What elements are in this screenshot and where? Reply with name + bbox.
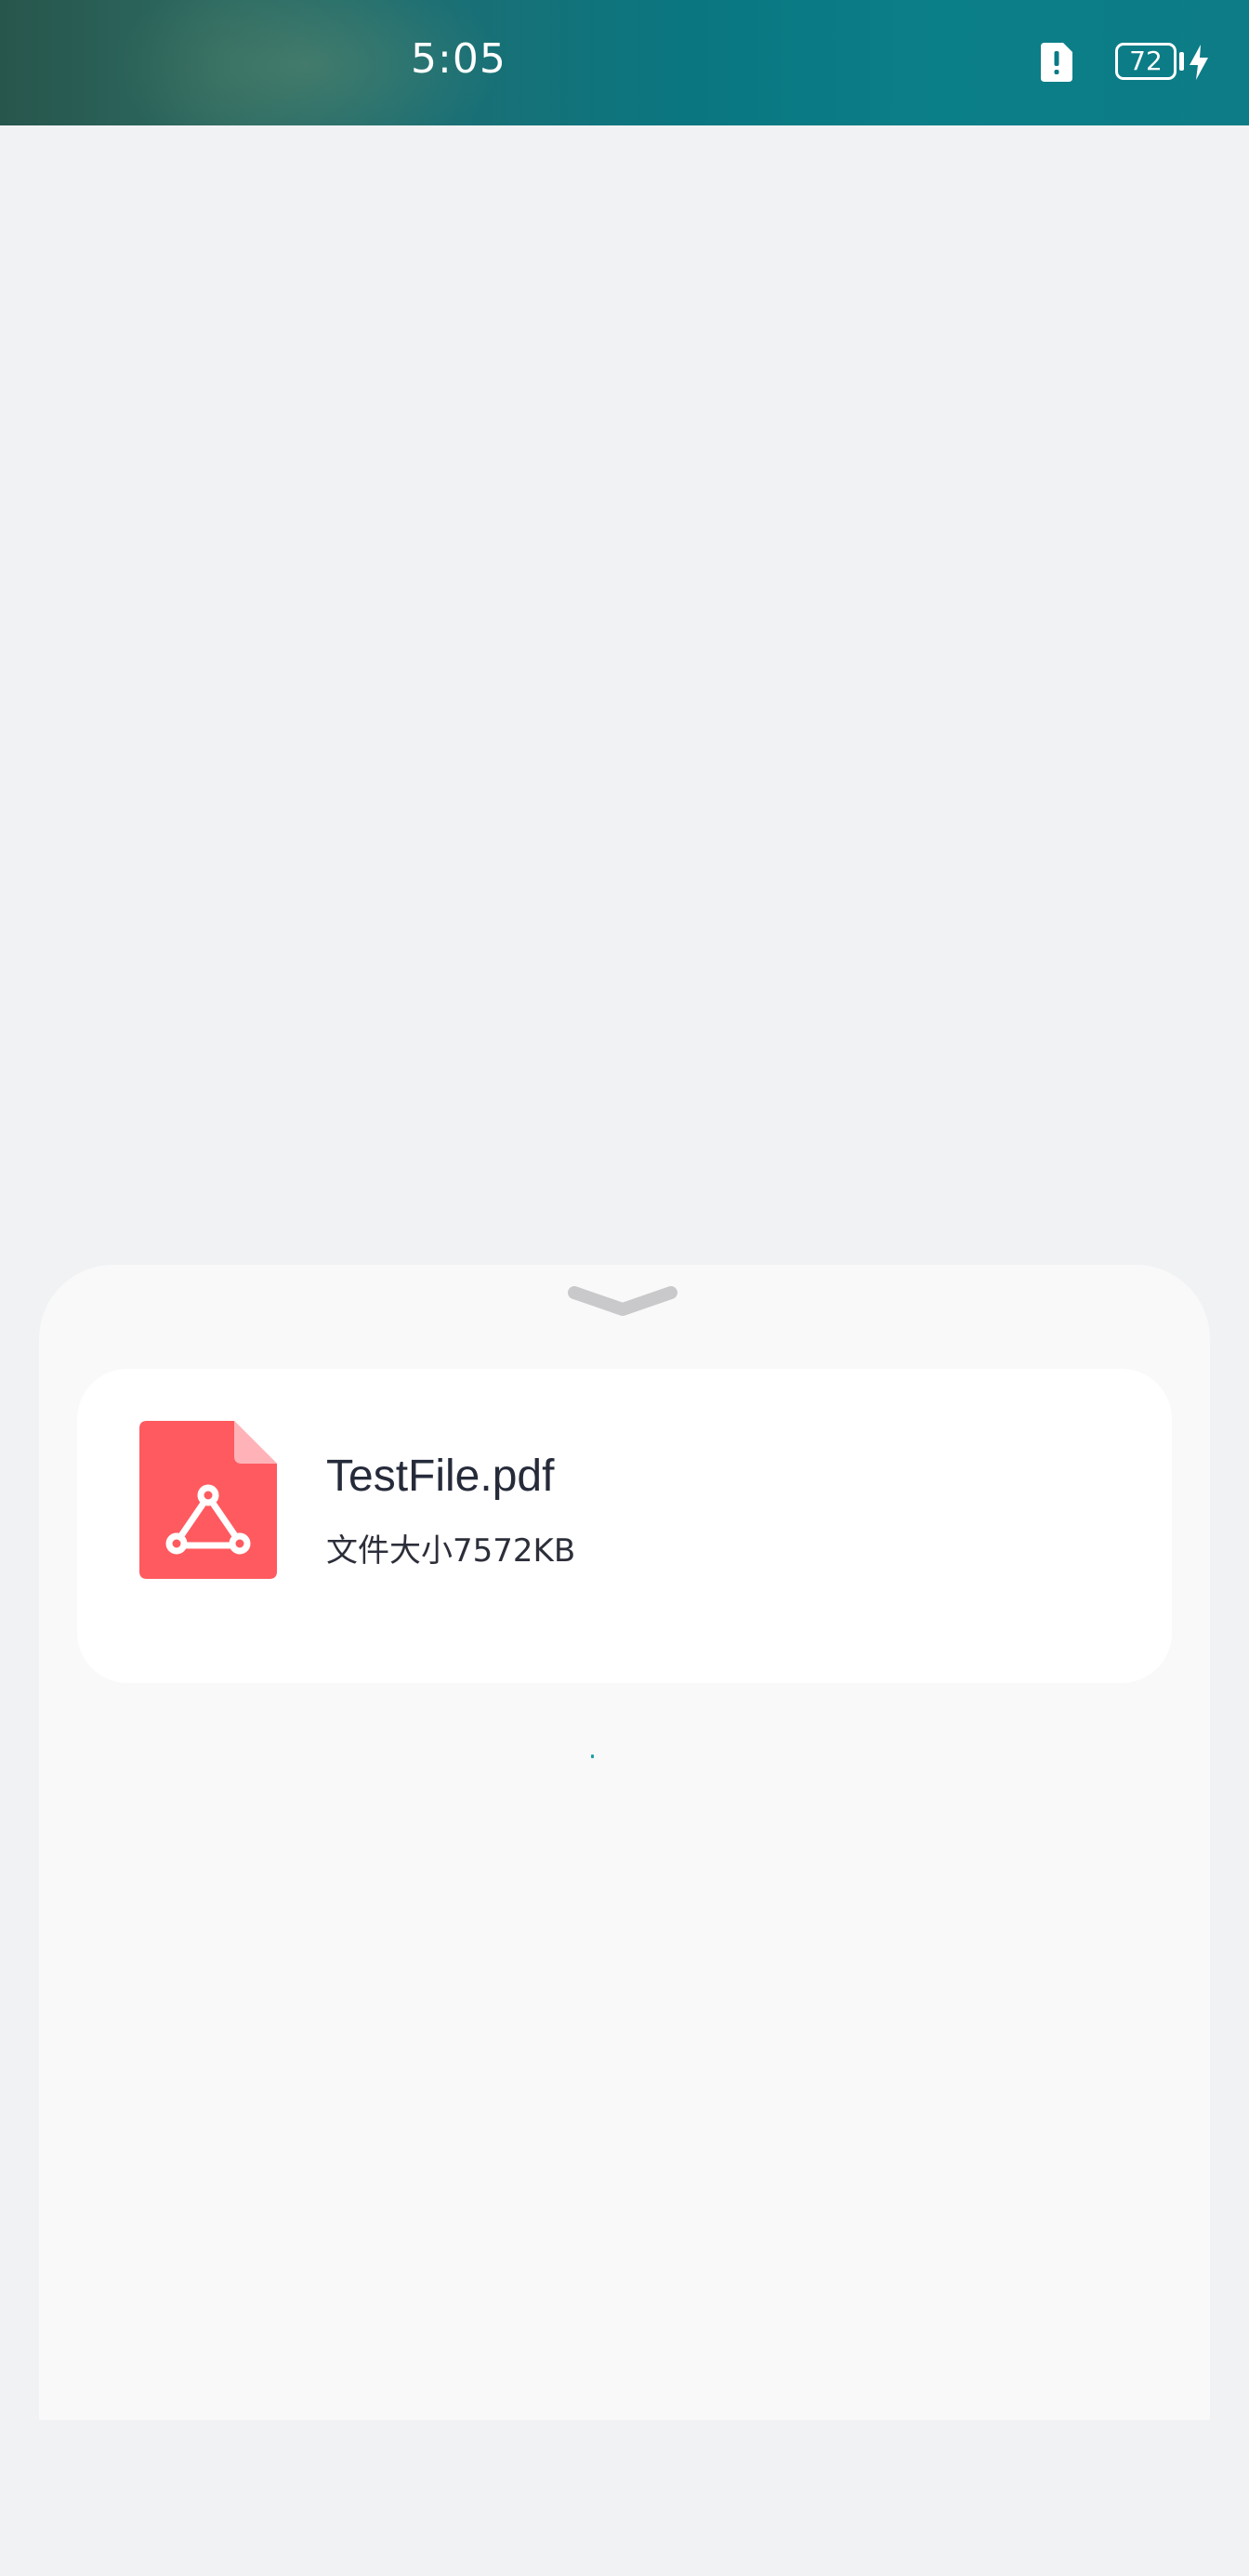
charging-icon bbox=[1190, 45, 1208, 80]
file-name: TestFile.pdf bbox=[326, 1452, 555, 1501]
pdf-file-icon bbox=[139, 1421, 277, 1579]
file-size: 文件大小7572KB bbox=[326, 1532, 576, 1570]
file-card[interactable]: TestFile.pdf 文件大小7572KB bbox=[77, 1369, 1172, 1683]
battery-icon: 72 bbox=[1115, 43, 1177, 80]
chevron-down-icon[interactable] bbox=[565, 1283, 680, 1317]
sim-alert-icon bbox=[1041, 43, 1072, 82]
battery-tip bbox=[1179, 52, 1184, 71]
status-time: 5:05 bbox=[411, 35, 506, 83]
loading-indicator bbox=[591, 1755, 594, 1758]
bottom-sheet: TestFile.pdf 文件大小7572KB bbox=[39, 1265, 1210, 2420]
status-bar: 5:05 72 bbox=[0, 0, 1249, 125]
battery-level: 72 bbox=[1129, 46, 1163, 76]
